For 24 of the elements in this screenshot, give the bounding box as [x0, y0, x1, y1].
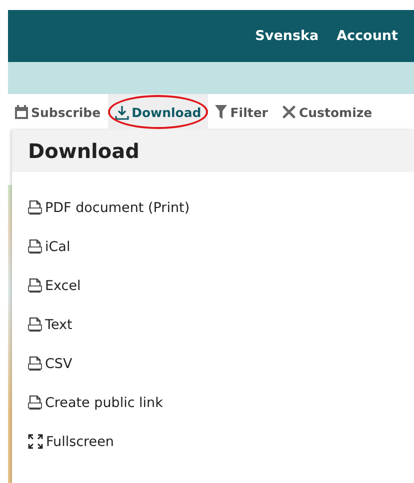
file-icon — [28, 278, 42, 293]
filter-icon — [215, 105, 228, 119]
menu-item[interactable]: CSV — [28, 344, 72, 383]
menu-item[interactable]: iCal — [28, 227, 70, 266]
menu-item[interactable]: Fullscreen — [28, 422, 114, 461]
file-icon — [28, 239, 42, 254]
toolbar-button[interactable]: Download — [108, 94, 208, 130]
header-link[interactable]: Account — [336, 28, 398, 44]
dropdown-title: Download — [12, 130, 414, 172]
file-icon — [28, 395, 42, 410]
menu-item[interactable]: Excel — [28, 266, 81, 305]
file-icon — [28, 200, 42, 215]
menu-item[interactable]: Text — [28, 305, 72, 344]
calendar-icon — [15, 105, 28, 119]
fullscreen-icon — [28, 434, 43, 449]
file-icon — [28, 356, 42, 371]
download-icon — [114, 104, 129, 120]
toolbar-button[interactable]: Customize — [274, 94, 380, 130]
header-link[interactable]: Svenska — [255, 28, 319, 44]
toolbar-button[interactable]: Filter — [208, 94, 275, 130]
toolbar-button[interactable]: Subscribe — [8, 94, 108, 130]
file-icon — [28, 317, 42, 332]
menu-item[interactable]: Create public link — [28, 383, 163, 422]
menu-item[interactable]: PDF document (Print) — [28, 188, 190, 227]
